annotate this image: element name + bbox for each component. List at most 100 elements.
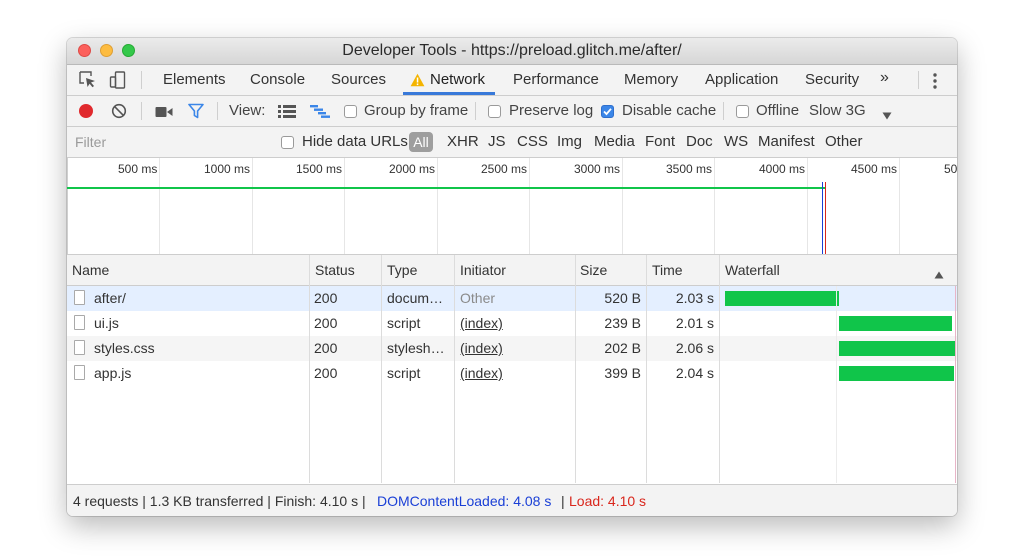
tab-performance[interactable]: Performance [513, 71, 599, 88]
type-filter-css[interactable]: CSS [517, 133, 548, 150]
title-bar: Developer Tools - https://preload.glitch… [67, 38, 957, 65]
column-header-type[interactable]: Type [387, 262, 417, 278]
column-header-initiator[interactable]: Initiator [460, 262, 506, 278]
waterfall-bar[interactable] [839, 341, 955, 356]
requests-grid: Name Status Type Initiator Size Time Wat… [67, 255, 957, 483]
tab-application[interactable]: Application [705, 71, 778, 88]
column-header-status[interactable]: Status [315, 262, 355, 278]
overview-tick-label: 4500 ms [851, 162, 898, 176]
request-initiator: Other [460, 290, 496, 306]
type-filter-font[interactable]: Font [645, 133, 675, 150]
request-row[interactable]: styles.css 200 stylesh… (index) 202 B 2.… [67, 336, 957, 361]
type-filter-img[interactable]: Img [557, 133, 582, 150]
status-separator: | [561, 493, 565, 509]
column-header-size[interactable]: Size [580, 262, 607, 278]
large-rows-icon[interactable] [278, 105, 296, 121]
waterfall-bar[interactable] [725, 291, 840, 306]
clear-icon[interactable] [111, 103, 127, 122]
overview-gridline [252, 158, 253, 254]
tab-network[interactable]: Network [430, 71, 485, 88]
filter-input[interactable] [67, 127, 265, 157]
request-name: ui.js [94, 315, 119, 331]
waterfall-view-icon[interactable] [310, 105, 330, 121]
hide-data-urls-checkbox[interactable] [281, 136, 294, 149]
inspect-element-icon[interactable] [79, 71, 97, 92]
waterfall-gridline [836, 286, 837, 483]
request-type: docum… [387, 290, 444, 306]
request-initiator-link[interactable]: (index) [460, 315, 503, 331]
timeline-overview[interactable]: 500 ms 1000 ms 1500 ms 2000 ms 2500 ms 3… [67, 158, 957, 255]
filter-bar: Hide data URLs All XHR JS CSS Img Media … [67, 127, 957, 158]
request-status: 200 [314, 315, 338, 331]
tab-security[interactable]: Security [805, 71, 859, 88]
devtools-window: Developer Tools - https://preload.glitch… [67, 38, 957, 516]
request-name: after/ [94, 290, 126, 306]
sort-ascending-icon[interactable] [934, 266, 944, 282]
overview-tick-label: 3000 ms [574, 162, 621, 176]
chevron-down-icon[interactable] [882, 107, 892, 123]
offline-checkbox[interactable] [736, 105, 749, 118]
column-header-waterfall[interactable]: Waterfall [725, 262, 780, 278]
type-filter-ws[interactable]: WS [724, 133, 748, 150]
tab-console[interactable]: Console [250, 71, 305, 88]
request-initiator-link[interactable]: (index) [460, 340, 503, 356]
waterfall-bar[interactable] [839, 316, 953, 331]
preserve-log-checkbox[interactable] [488, 105, 501, 118]
tab-elements[interactable]: Elements [163, 71, 226, 88]
type-filter-other[interactable]: Other [825, 133, 863, 150]
toolbar-separator [141, 102, 142, 120]
request-status: 200 [314, 290, 338, 306]
devtools-tab-bar: Elements Console Sources Network Perform… [67, 65, 957, 96]
overview-gridline [807, 158, 808, 254]
status-bar: 4 requests | 1.3 KB transferred | Finish… [67, 484, 957, 516]
overview-gridline [714, 158, 715, 254]
group-by-frame-label: Group by frame [364, 102, 469, 119]
more-options-icon[interactable] [932, 72, 938, 93]
column-separator [575, 255, 576, 483]
type-filter-media[interactable]: Media [594, 133, 635, 150]
record-icon[interactable] [78, 103, 94, 122]
grid-header: Name Status Type Initiator Size Time Wat… [67, 255, 957, 286]
request-size: 202 B [604, 340, 641, 356]
column-header-time[interactable]: Time [652, 262, 683, 278]
type-filter-manifest[interactable]: Manifest [758, 133, 815, 150]
throttling-select[interactable]: Slow 3G [809, 102, 866, 119]
disable-cache-checkbox[interactable] [601, 105, 614, 118]
request-size: 399 B [604, 365, 641, 381]
document-file-icon [74, 290, 85, 305]
overview-gridline [529, 158, 530, 254]
screenshot-camera-icon[interactable] [155, 105, 173, 121]
offline-label: Offline [756, 102, 800, 119]
filter-icon[interactable] [188, 103, 204, 122]
tab-sources[interactable]: Sources [331, 71, 386, 88]
request-row[interactable]: ui.js 200 script (index) 239 B 2.01 s [67, 311, 957, 336]
type-filter-js[interactable]: JS [488, 133, 506, 150]
column-separator [309, 255, 310, 483]
window-title: Developer Tools - https://preload.glitch… [342, 42, 682, 59]
request-time: 2.01 s [675, 315, 714, 331]
request-type: script [387, 315, 421, 331]
type-filter-xhr[interactable]: XHR [447, 133, 479, 150]
group-by-frame-checkbox[interactable] [344, 105, 357, 118]
waterfall-bar[interactable] [839, 366, 954, 381]
type-filter-doc[interactable]: Doc [686, 133, 713, 150]
tab-memory[interactable]: Memory [624, 71, 678, 88]
overview-tick-label: 4000 ms [759, 162, 806, 176]
overview-tick-label: 2500 ms [481, 162, 528, 176]
request-initiator-link[interactable]: (index) [460, 365, 503, 381]
device-toolbar-icon[interactable] [109, 71, 127, 92]
request-name: app.js [94, 365, 132, 381]
overview-gridline [159, 158, 160, 254]
toolbar-separator [217, 102, 218, 120]
request-status: 200 [314, 340, 338, 356]
overview-gridline [899, 158, 900, 254]
overview-gridline [344, 158, 345, 254]
column-header-name[interactable]: Name [72, 262, 109, 278]
request-type: stylesh… [387, 340, 445, 356]
script-file-icon [74, 315, 85, 330]
more-tabs-button[interactable]: » [880, 69, 889, 87]
status-domcontentloaded: DOMContentLoaded: 4.08 s [377, 493, 552, 509]
request-row[interactable]: after/ 200 docum… Other 520 B 2.03 s [67, 286, 957, 311]
type-filter-all[interactable]: All [409, 132, 433, 152]
request-row[interactable]: app.js 200 script (index) 399 B 2.04 s [67, 361, 957, 386]
